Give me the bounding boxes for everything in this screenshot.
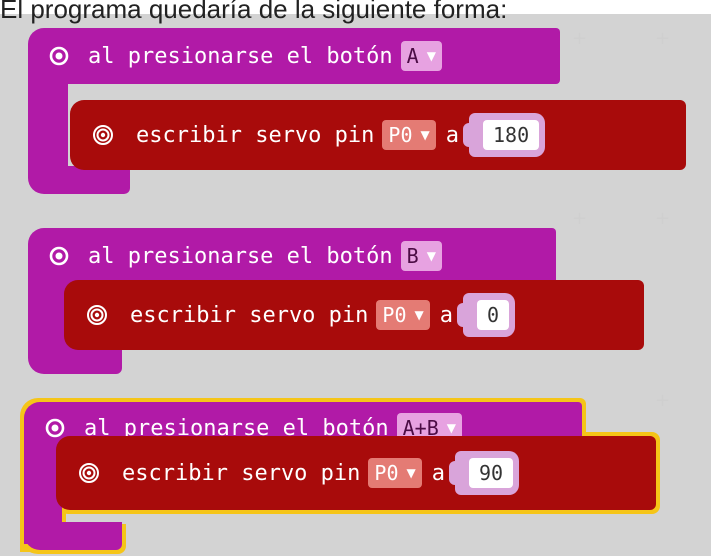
grid-marker: +	[572, 28, 588, 49]
event-block-footer	[28, 166, 130, 194]
statement-label: escribir servo pin	[130, 302, 369, 328]
event-block-header[interactable]: al presionarse el botón B ▼	[28, 228, 556, 284]
value-socket[interactable]: 180	[462, 113, 546, 157]
pin-dropdown[interactable]: P0 ▼	[382, 120, 436, 150]
grid-marker: +	[572, 208, 588, 229]
dropdown-arrow-icon: ▼	[426, 49, 436, 63]
pin-dropdown-value: P0	[388, 123, 413, 147]
blocks-workspace[interactable]: + + + + + al presionarse el botón A ▼ es…	[0, 14, 711, 556]
target-icon	[93, 125, 113, 145]
to-label: a	[445, 122, 459, 148]
to-label: a	[439, 302, 453, 328]
event-block-side	[28, 74, 68, 174]
radio-button-icon	[45, 418, 65, 438]
grid-marker: +	[655, 28, 671, 49]
button-dropdown[interactable]: A ▼	[400, 41, 442, 71]
event-block-footer	[28, 346, 122, 374]
value-input[interactable]: 180	[483, 120, 540, 150]
event-label: al presionarse el botón	[88, 43, 393, 69]
target-icon	[87, 305, 107, 325]
statement-label: escribir servo pin	[136, 122, 375, 148]
grid-marker: +	[655, 208, 671, 229]
button-dropdown-value: B	[406, 244, 419, 268]
value-input[interactable]: 0	[477, 300, 510, 330]
value-socket[interactable]: 0	[456, 293, 516, 337]
servo-write-block[interactable]: escribir servo pin P0 ▼ a 90	[56, 436, 656, 510]
dropdown-arrow-icon: ▼	[406, 466, 416, 480]
button-dropdown-value: A	[406, 44, 419, 68]
value-socket[interactable]: 90	[448, 451, 520, 495]
radio-button-icon	[49, 46, 69, 66]
dropdown-arrow-icon: ▼	[426, 249, 436, 263]
dropdown-arrow-icon: ▼	[414, 308, 424, 322]
pin-dropdown[interactable]: P0 ▼	[368, 458, 422, 488]
to-label: a	[431, 460, 445, 486]
event-block-header[interactable]: al presionarse el botón A ▼	[28, 28, 560, 84]
servo-write-block[interactable]: escribir servo pin P0 ▼ a 180	[70, 100, 686, 170]
event-block-footer	[24, 522, 122, 550]
target-icon	[79, 463, 99, 483]
dropdown-arrow-icon: ▼	[446, 421, 456, 435]
dropdown-arrow-icon: ▼	[420, 128, 430, 142]
radio-button-icon	[49, 246, 69, 266]
pin-dropdown[interactable]: P0 ▼	[376, 300, 430, 330]
grid-marker: +	[655, 390, 671, 411]
pin-dropdown-value: P0	[374, 461, 399, 485]
servo-write-block[interactable]: escribir servo pin P0 ▼ a 0	[64, 280, 644, 350]
pin-dropdown-value: P0	[382, 303, 407, 327]
button-dropdown[interactable]: B ▼	[400, 241, 442, 271]
value-input[interactable]: 90	[469, 458, 514, 488]
event-label: al presionarse el botón	[88, 243, 393, 269]
caption-text: El programa quedaría de la siguiente for…	[0, 0, 508, 24]
statement-label: escribir servo pin	[122, 460, 361, 486]
